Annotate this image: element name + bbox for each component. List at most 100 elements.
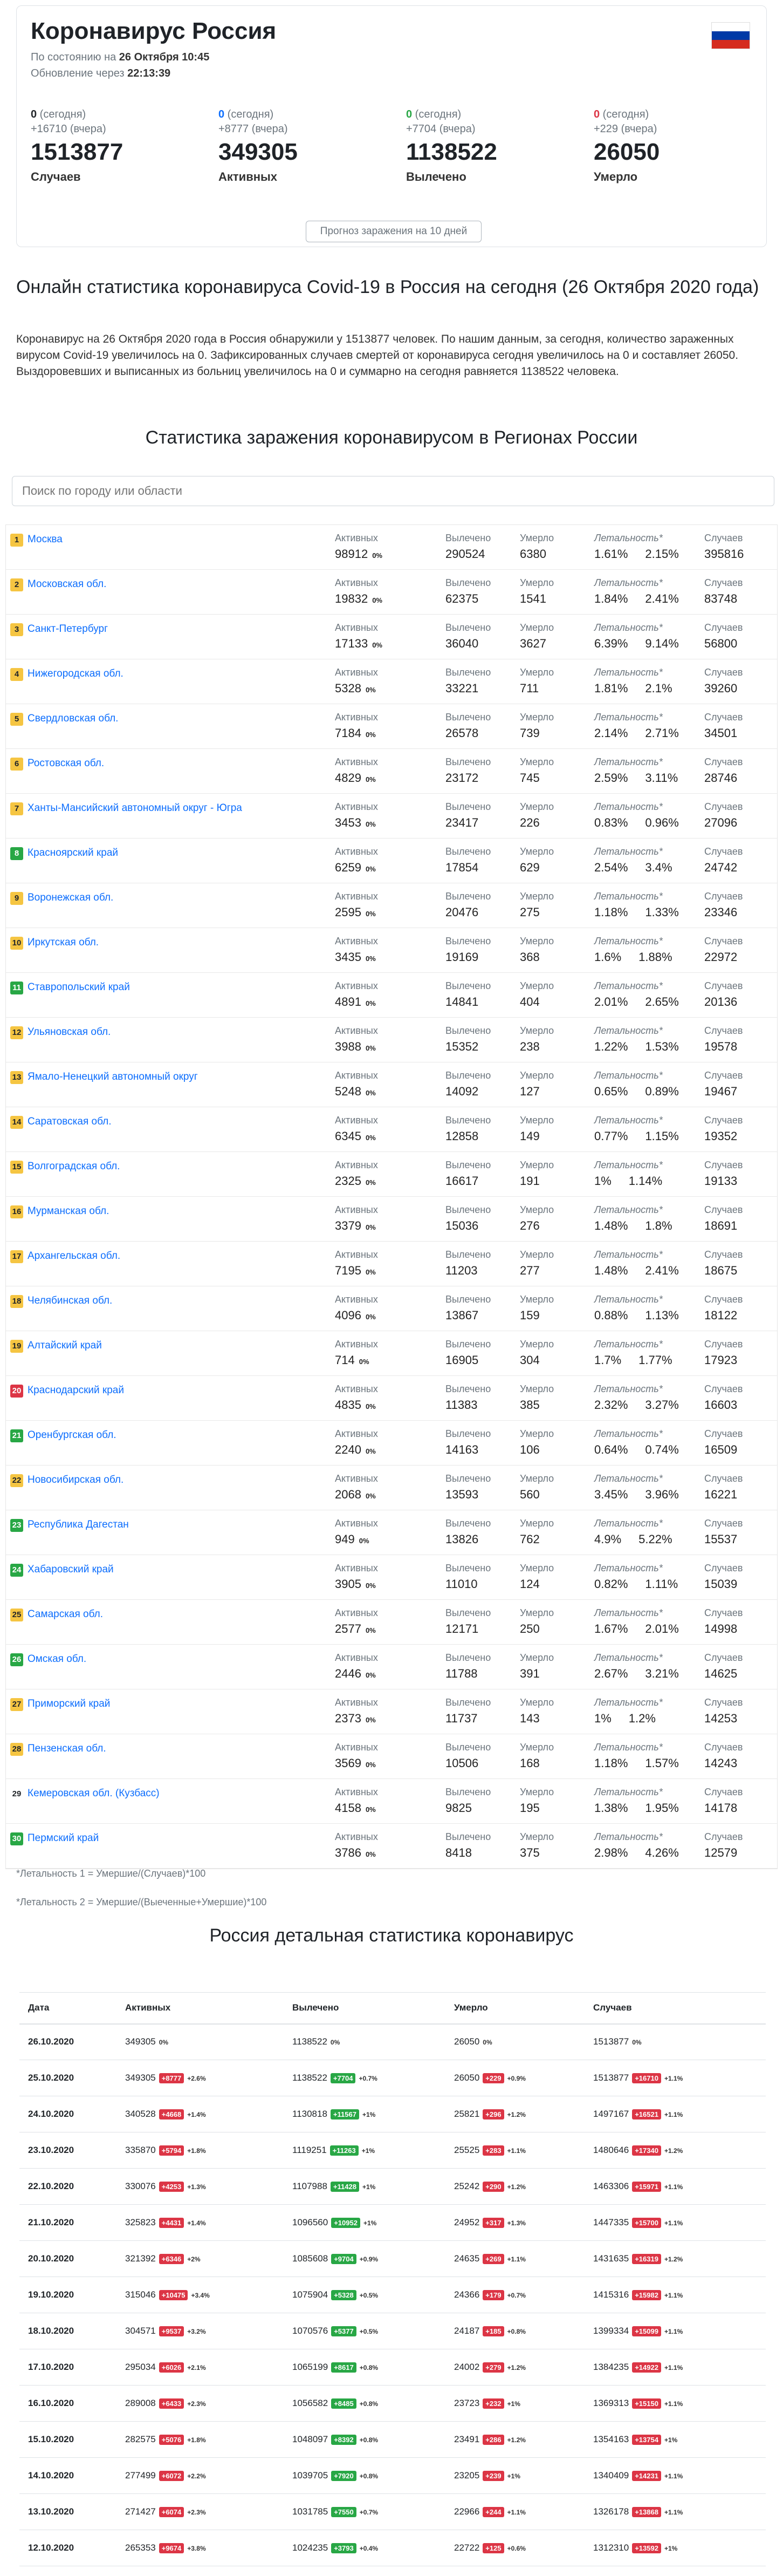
value: 15352 (445, 1040, 479, 1053)
delta-badge: +15700 (632, 2218, 661, 2228)
value: 22722 (454, 2543, 480, 2553)
region-active-label: Активных (335, 1025, 378, 1036)
region-died-cell: Умерло 143 (520, 1697, 554, 1726)
region-name-link[interactable]: Алтайский край (28, 1340, 102, 1352)
active-delta: 0% (365, 910, 376, 918)
region-cases-value: 39260 (704, 682, 743, 696)
region-died-cell: Умерло 404 (520, 980, 554, 1009)
region-lethality-value: 0.83% 0.96% (594, 816, 679, 830)
delta-percent: +1.2% (507, 2183, 526, 2191)
region-rank-badge: 14 (10, 1116, 23, 1129)
region-name-link[interactable]: Мурманская обл. (28, 1205, 109, 1217)
region-lethality-value: 0.77% 1.15% (594, 1129, 679, 1143)
region-name-link[interactable]: Архангельская обл. (28, 1250, 120, 1262)
region-lethality-cell: Летальность* 3.45% 3.96% (594, 1473, 679, 1502)
lethality-1: 1.18% (594, 1756, 628, 1770)
region-name-link[interactable]: Кемеровская обл. (Кузбасс) (28, 1788, 160, 1800)
region-name-link[interactable]: Москва (28, 534, 63, 546)
region-name-link[interactable]: Хабаровский край (28, 1564, 114, 1576)
region-cases-value: 19467 (704, 1085, 743, 1099)
region-name-link[interactable]: Санкт-Петербург (28, 623, 108, 635)
lethality-2: 4.26% (645, 1846, 679, 1859)
region-name-link[interactable]: Новосибирская обл. (28, 1474, 123, 1486)
region-name-link[interactable]: Пермский край (28, 1832, 99, 1844)
region-name-link[interactable]: Красноярский край (28, 847, 118, 859)
history-date: 21.10.2020 (19, 2204, 116, 2241)
region-lethality-label: Летальность* (594, 891, 679, 902)
region-recovered-label: Вылечено (445, 1070, 491, 1081)
history-header: Вылечено (284, 1992, 445, 2025)
value: 1326178 (593, 2506, 629, 2517)
region-rank-badge: 30 (10, 1832, 23, 1845)
region-name-link[interactable]: Краснодарский край (28, 1385, 124, 1396)
region-name-link[interactable]: Пензенская обл. (28, 1743, 106, 1755)
region-rank-badge: 2 (10, 578, 23, 591)
forecast-button[interactable]: Прогноз заражения на 10 дней (306, 221, 482, 242)
lethality-1: 1.48% (594, 1219, 628, 1232)
region-name-link[interactable]: Самарская обл. (28, 1609, 103, 1620)
region-name-link[interactable]: Республика Дагестан (28, 1519, 129, 1531)
active-delta: 0% (365, 1716, 376, 1724)
delta-badge: +13592 (632, 2543, 661, 2553)
region-name-link[interactable]: Волгоградская обл. (28, 1161, 120, 1173)
region-name-link[interactable]: Московская обл. (28, 578, 106, 590)
region-died-value: 391 (520, 1667, 554, 1681)
region-died-cell: Умерло 149 (520, 1115, 554, 1143)
region-name-link[interactable]: Ямало-Ненецкий автономный округ (28, 1071, 198, 1083)
region-name-link[interactable]: Саратовская обл. (28, 1116, 111, 1128)
region-recovered-cell: Вылечено 13593 (445, 1473, 491, 1502)
region-recovered-cell: Вылечено 13826 (445, 1518, 491, 1546)
region-name-link[interactable]: Ставропольский край (28, 982, 130, 993)
region-died-label: Умерло (520, 1339, 554, 1350)
value: 23205 (454, 2470, 480, 2480)
region-name-link[interactable]: Свердловская обл. (28, 713, 118, 725)
history-rec: 1119251 +11263 +1% (284, 2132, 445, 2169)
region-died-value: 739 (520, 726, 554, 740)
region-recovered-label: Вылечено (445, 533, 491, 543)
region-lethality-label: Летальность* (594, 1473, 679, 1484)
region-name-link[interactable]: Ханты-Мансийский автономный округ - Югра (28, 802, 242, 814)
value: 5248 (335, 1085, 361, 1098)
region-lethality-cell: Летальность* 0.65% 0.89% (594, 1070, 679, 1099)
region-cases-value: 19578 (704, 1040, 743, 1054)
region-name-link[interactable]: Воронежская обл. (28, 892, 113, 904)
region-name-link[interactable]: Нижегородская обл. (28, 668, 123, 680)
region-lethality-value: 0.64% 0.74% (594, 1443, 679, 1457)
value: 34501 (704, 726, 738, 740)
history-rec: 1107988 +11428 +1% (284, 2168, 445, 2205)
region-active-value: 949 0% (335, 1532, 378, 1546)
delta-badge: +4431 (159, 2218, 184, 2228)
region-recovered-value: 20476 (445, 905, 491, 919)
region-name-link[interactable]: Иркутская обл. (28, 937, 99, 949)
russia-flag-icon (711, 22, 750, 49)
region-name-link[interactable]: Ростовская обл. (28, 758, 104, 769)
region-active-label: Активных (335, 533, 378, 543)
region-died-label: Умерло (520, 1607, 554, 1618)
stat-total: 349305 (218, 139, 298, 165)
value: 289008 (125, 2398, 156, 2408)
region-died-value: 560 (520, 1488, 554, 1502)
region-name-link[interactable]: Ульяновская обл. (28, 1026, 111, 1038)
region-lethality-cell: Летальность* 2.32% 3.27% (594, 1384, 679, 1412)
region-recovered-value: 23172 (445, 771, 491, 785)
delta-badge: +6074 (159, 2507, 184, 2517)
region-row: 20 Краснодарский край Активных 4835 0% Вылече… (6, 1376, 777, 1421)
region-cases-cell: Случаев 15039 (704, 1563, 743, 1591)
region-name-link[interactable]: Челябинская обл. (28, 1295, 112, 1307)
value: 98912 (335, 547, 368, 561)
region-name-link[interactable]: Приморский край (28, 1698, 110, 1710)
region-recovered-label: Вылечено (445, 667, 491, 678)
region-row: 18 Челябинская обл. Активных 4096 0% Вылечено… (6, 1286, 777, 1331)
region-name-link[interactable]: Оренбургская обл. (28, 1429, 116, 1441)
region-died-value: 275 (520, 905, 554, 919)
region-row: 24 Хабаровский край Активных 3905 0% Вылечено… (6, 1555, 777, 1600)
region-recovered-value: 23417 (445, 816, 491, 830)
region-active-label: Активных (335, 1160, 378, 1170)
region-lethality-label: Летальность* (594, 1563, 678, 1574)
region-search-input[interactable] (12, 476, 774, 506)
region-name-link[interactable]: Омская обл. (28, 1653, 86, 1665)
region-died-value: 368 (520, 950, 554, 964)
region-lethality-value: 3.45% 3.96% (594, 1488, 679, 1502)
region-recovered-label: Вылечено (445, 712, 491, 723)
region-active-label: Активных (335, 1697, 378, 1708)
